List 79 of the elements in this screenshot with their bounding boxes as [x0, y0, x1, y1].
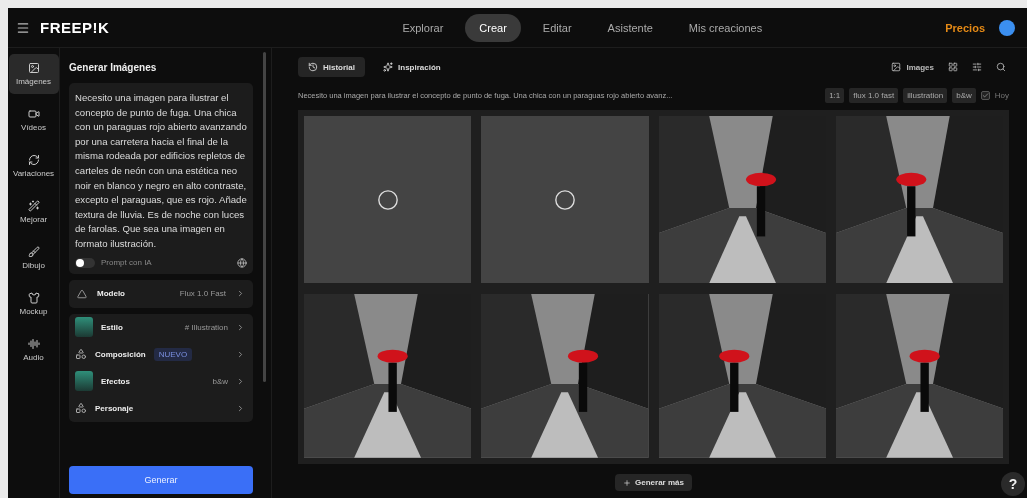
date-label: Hoy	[994, 90, 1009, 100]
video-icon	[27, 108, 40, 120]
generate-button[interactable]: Generar	[69, 466, 253, 494]
shapes-icon	[75, 402, 87, 415]
model-row[interactable]: Modelo Flux 1.0 Fast	[69, 279, 253, 308]
wand-icon	[27, 200, 40, 212]
rail-label: Mejorar	[19, 215, 48, 224]
plus-icon	[623, 478, 632, 487]
option-label[interactable]: Composición	[95, 349, 146, 359]
row-value: Flux 1.0 Fast	[179, 289, 226, 299]
option-label[interactable]: Estilo	[101, 322, 123, 332]
history-tab[interactable]: Historial	[298, 57, 365, 77]
rail-label: Variaciones	[12, 169, 55, 178]
history-tab[interactable]: Inspiración	[373, 57, 451, 77]
rail-label: Vídeos	[21, 123, 46, 132]
rail-item[interactable]: Mejorar	[8, 192, 59, 232]
nav-tab[interactable]: Mis creaciones	[674, 13, 777, 42]
brush-icon	[27, 246, 40, 258]
logo[interactable]: FREEP!K	[40, 19, 110, 36]
row-label: Modelo	[97, 289, 125, 299]
rail-item[interactable]: Variaciones	[8, 146, 59, 186]
chevron-icon	[236, 289, 245, 299]
new-badge: NUEVO	[153, 347, 193, 361]
toggle-switch[interactable]	[75, 257, 95, 268]
refresh-icon	[27, 154, 40, 166]
search-icon	[996, 62, 1006, 72]
tag: illustration	[903, 87, 948, 103]
sparkle-icon	[383, 62, 393, 72]
tag: b&w	[952, 87, 976, 103]
option-label[interactable]: Efectos	[101, 376, 130, 386]
prompt-box[interactable]	[69, 83, 253, 274]
shapes-icon	[75, 348, 87, 361]
rail-item[interactable]: Audio	[8, 330, 59, 370]
nav-tab[interactable]: Crear	[465, 13, 521, 42]
triangle-icon	[77, 288, 87, 299]
audio-icon	[27, 338, 40, 350]
nav-tab[interactable]: Asistente	[593, 13, 667, 42]
rail-label: Imágenes	[15, 77, 52, 86]
nav-tab[interactable]: Explorar	[388, 13, 458, 42]
chevron-icon	[236, 322, 245, 332]
option-value: # Illustration	[184, 322, 228, 332]
tag: 1:1	[825, 87, 845, 103]
thumbnail-placeholder	[75, 371, 93, 392]
option-label[interactable]: Personaje	[95, 403, 134, 413]
pricing-link[interactable]: Precios	[945, 21, 985, 34]
rail-item[interactable]: Vídeos	[8, 100, 59, 140]
rail-item[interactable]: Dibujo	[8, 238, 59, 278]
chevron-icon	[236, 376, 245, 386]
toggle-label: Prompt con IA	[101, 258, 152, 268]
rail-item[interactable]: Mockup	[8, 284, 59, 324]
grid-icon	[948, 62, 958, 72]
checkbox[interactable]	[980, 90, 990, 100]
globe-icon[interactable]	[237, 257, 247, 268]
option-value: b&w	[212, 376, 228, 386]
spinner-icon	[376, 188, 399, 211]
rail-label: Audio	[23, 353, 44, 362]
image-icon	[891, 62, 902, 72]
rail-label: Mockup	[19, 307, 48, 316]
check-icon	[981, 91, 989, 99]
avatar[interactable]	[999, 19, 1015, 36]
generate-more-button[interactable]: Generar más	[615, 474, 692, 491]
panel-title: Generar Imágenes	[69, 61, 158, 75]
help-button[interactable]: ?	[1001, 472, 1025, 496]
chevron-icon	[236, 349, 245, 359]
rail-item[interactable]: Imágenes	[8, 54, 59, 94]
rail-label: Dibujo	[22, 261, 45, 270]
scrollbar[interactable]	[263, 52, 266, 382]
nav-tab[interactable]: Editar	[528, 13, 586, 42]
chevron-icon	[236, 403, 245, 413]
image-icon	[27, 62, 40, 74]
history-icon	[308, 62, 318, 72]
sliders-icon	[972, 62, 982, 72]
images-filter-button[interactable]: Images	[888, 59, 937, 75]
thumbnail-placeholder	[75, 317, 93, 338]
prompt-text[interactable]: Necesito una imagen para ilustrar el concepto de punto de fuga. Una chica con un paraguas rojo abierto avanzando por una carretera hacia el final de la misma rodeada por edificios repletos de carteles de neón con una estética neo noir en blanco y negro en alto contraste, excepto el paraguas, que es rojo. Añade textura de lluvia. Es de noche con luces de farolas. Que sea una imagen en formato ilustración.	[75, 91, 247, 252]
shirt-icon	[27, 292, 40, 304]
tag: flux 1.0 fast	[849, 87, 899, 103]
spinner-icon	[553, 188, 576, 211]
menu-icon[interactable]	[16, 20, 30, 35]
